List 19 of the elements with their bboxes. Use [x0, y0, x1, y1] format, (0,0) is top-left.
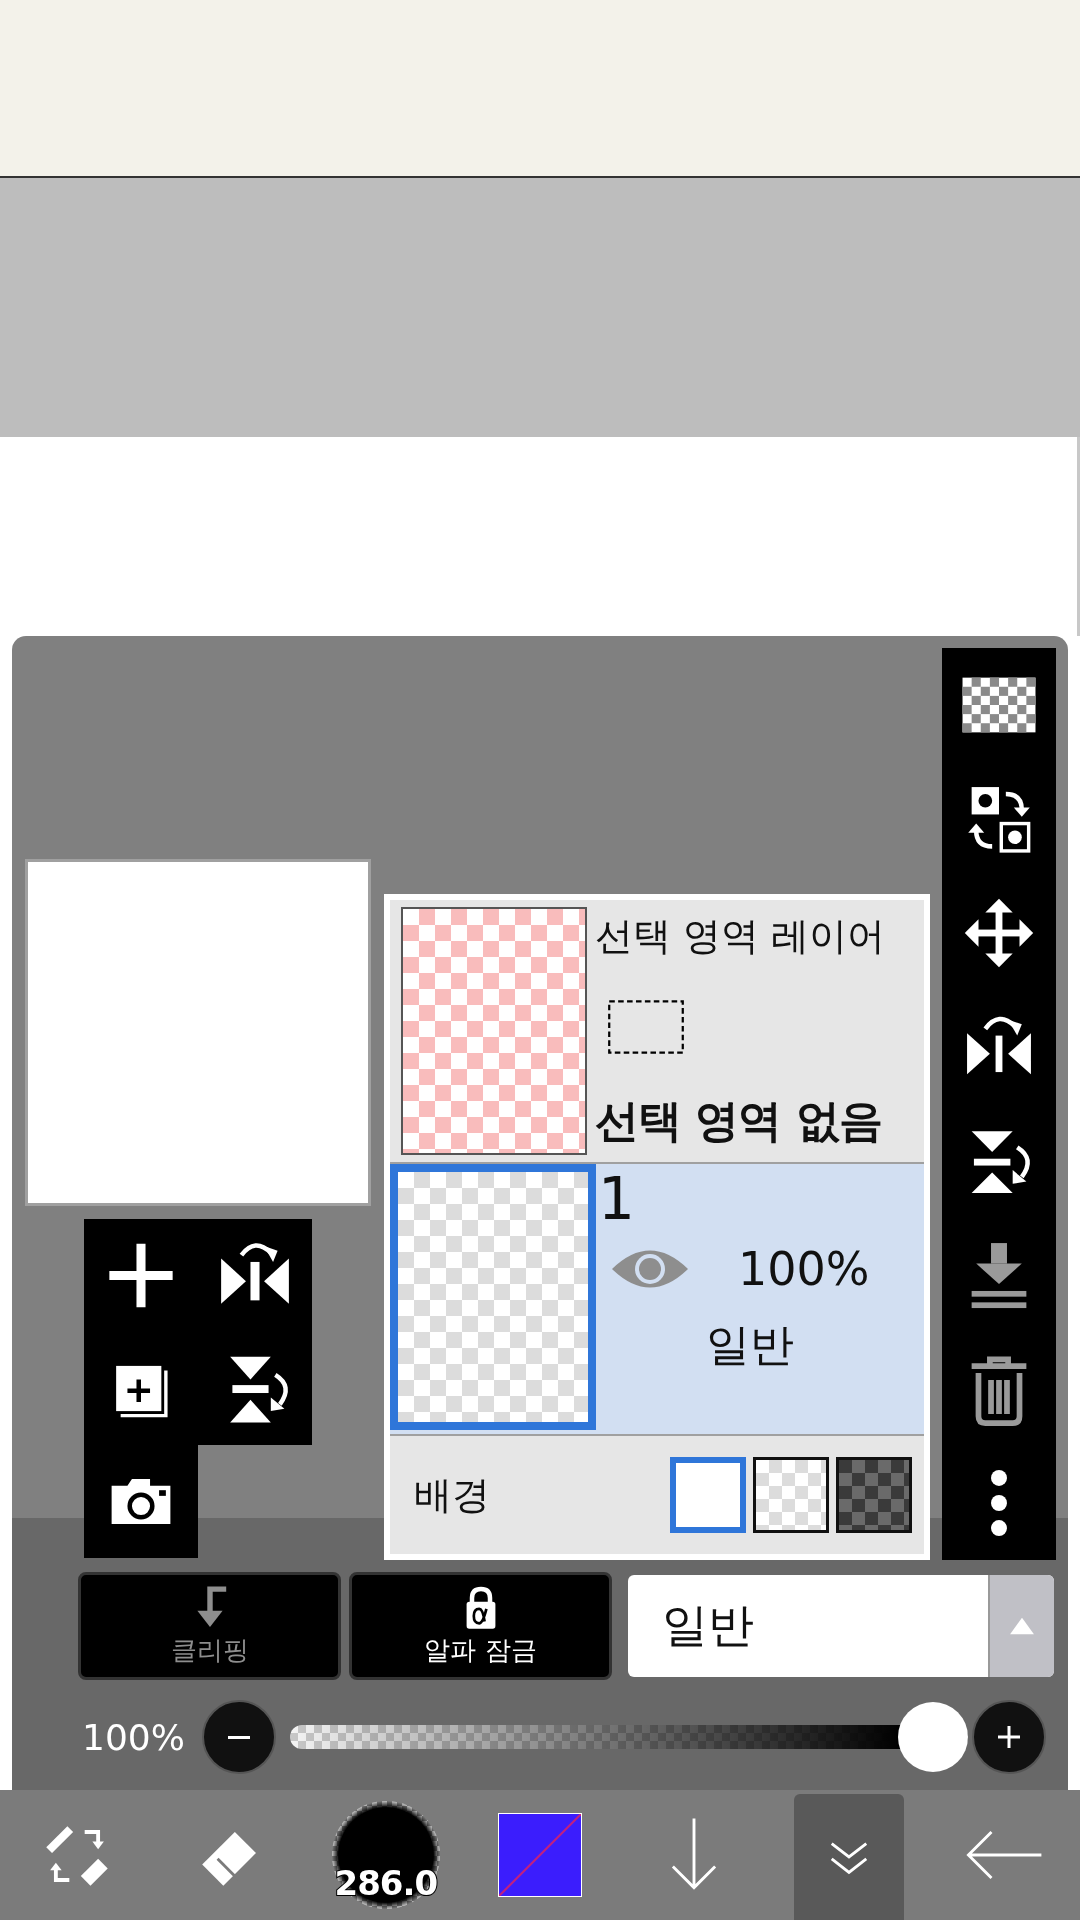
- layer-row[interactable]: 1 100% 일반: [390, 1164, 924, 1436]
- opacity-slider[interactable]: [290, 1701, 968, 1773]
- layer-title: 선택 영역 레이어: [595, 913, 886, 960]
- layer-opacity: 100%: [738, 1242, 870, 1296]
- background-swatch[interactable]: [670, 1457, 746, 1533]
- alpha-lock-button[interactable]: 알파 잠금: [349, 1572, 612, 1680]
- opacity-reading: 100%: [82, 1716, 186, 1758]
- background-label: 배경: [414, 1471, 490, 1519]
- layer-name: 1: [598, 1164, 636, 1234]
- background-swatch[interactable]: [753, 1457, 829, 1533]
- layer-blend-mode: 일반: [706, 1318, 795, 1372]
- background-swatch[interactable]: [836, 1457, 912, 1533]
- selection-layer-row[interactable]: 선택 영역 레이어 선택 영역 없음: [390, 900, 924, 1164]
- blend-mode-dropdown[interactable]: 일반: [628, 1575, 1054, 1677]
- plus-icon: [998, 1726, 1020, 1748]
- caret-up-icon: [1008, 1615, 1036, 1637]
- selection-status: 선택 영역 없음: [595, 1094, 883, 1148]
- minus-icon: [228, 1735, 250, 1739]
- selection-marquee-icon: [607, 998, 685, 1056]
